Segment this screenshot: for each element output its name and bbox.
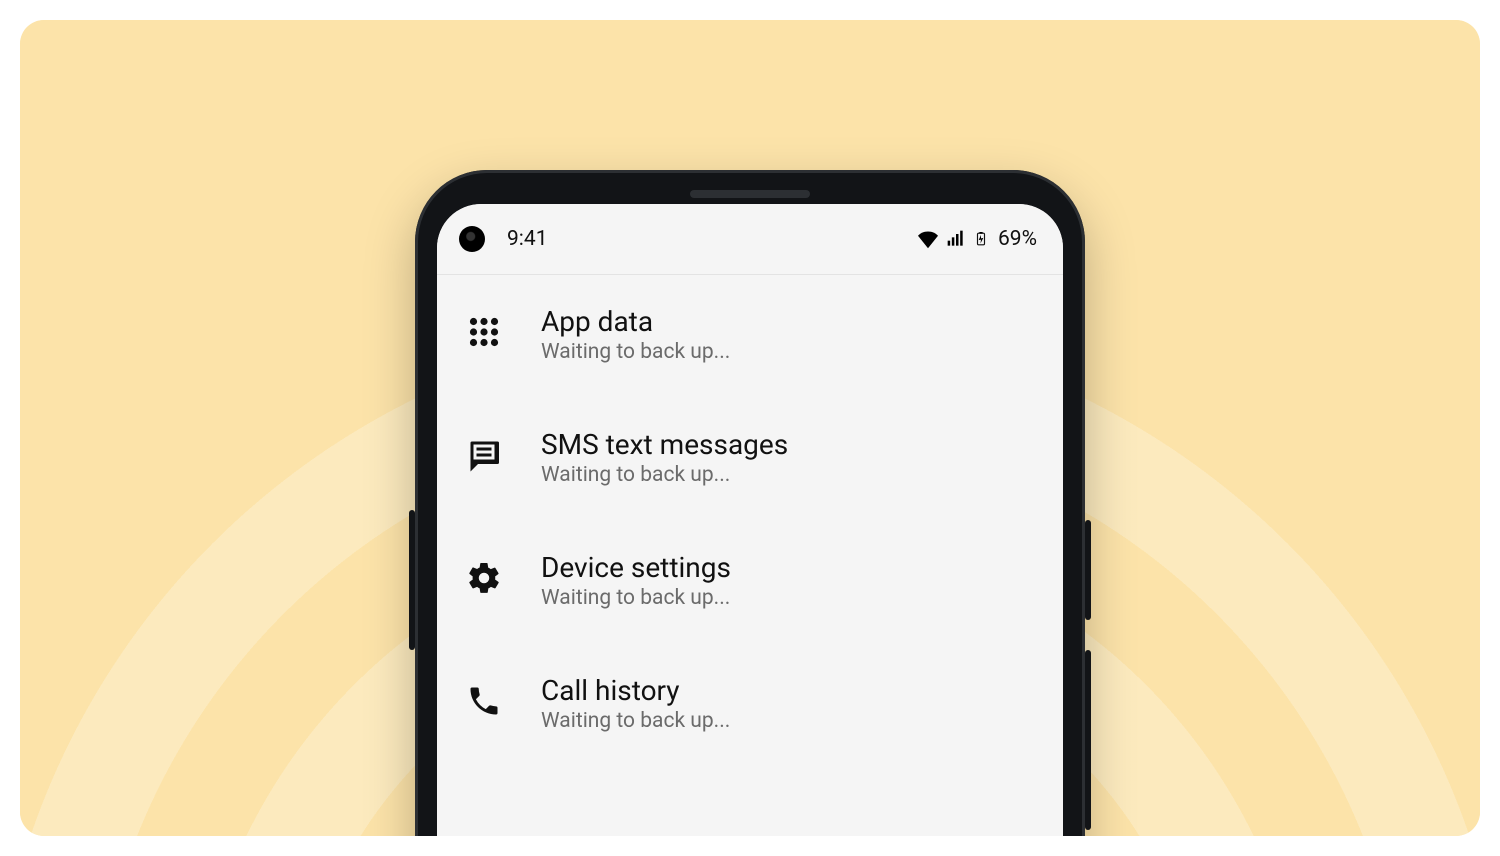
list-item-title: Device settings — [541, 551, 731, 584]
list-item-sms[interactable]: SMS text messages Waiting to back up... — [455, 424, 1045, 491]
status-bar: 9:41 — [437, 204, 1063, 275]
list-item-title: Call history — [541, 674, 730, 707]
settings-icon — [463, 557, 505, 599]
list-item-subtitle: Waiting to back up... — [541, 340, 730, 364]
list-item-title: SMS text messages — [541, 428, 788, 461]
list-item-call-history[interactable]: Call history Waiting to back up... — [455, 670, 1045, 737]
phone-shell: 9:41 — [415, 170, 1085, 836]
message-icon — [463, 434, 505, 476]
apps-icon — [463, 311, 505, 353]
battery-percent: 69% — [998, 227, 1037, 251]
status-time: 9:41 — [507, 227, 548, 251]
side-button-right-1 — [1085, 520, 1091, 620]
side-button-left — [409, 510, 415, 650]
art-board: 9:41 — [20, 20, 1480, 836]
list-item-subtitle: Waiting to back up... — [541, 463, 788, 487]
battery-icon — [974, 228, 988, 250]
backup-list: App data Waiting to back up... SMS text … — [437, 275, 1063, 836]
list-item-title: App data — [541, 305, 730, 338]
list-item-subtitle: Waiting to back up... — [541, 586, 731, 610]
side-button-right-2 — [1085, 650, 1091, 830]
list-item-app-data[interactable]: App data Waiting to back up... — [455, 301, 1045, 368]
list-item-device-settings[interactable]: Device settings Waiting to back up... — [455, 547, 1045, 614]
wifi-icon — [918, 229, 938, 249]
status-right: 69% — [918, 227, 1037, 251]
screen: 9:41 — [437, 204, 1063, 836]
cellular-icon — [946, 229, 966, 249]
front-camera — [459, 226, 485, 252]
speaker-slot — [690, 190, 810, 198]
phone-icon — [463, 680, 505, 722]
list-item-subtitle: Waiting to back up... — [541, 709, 730, 733]
